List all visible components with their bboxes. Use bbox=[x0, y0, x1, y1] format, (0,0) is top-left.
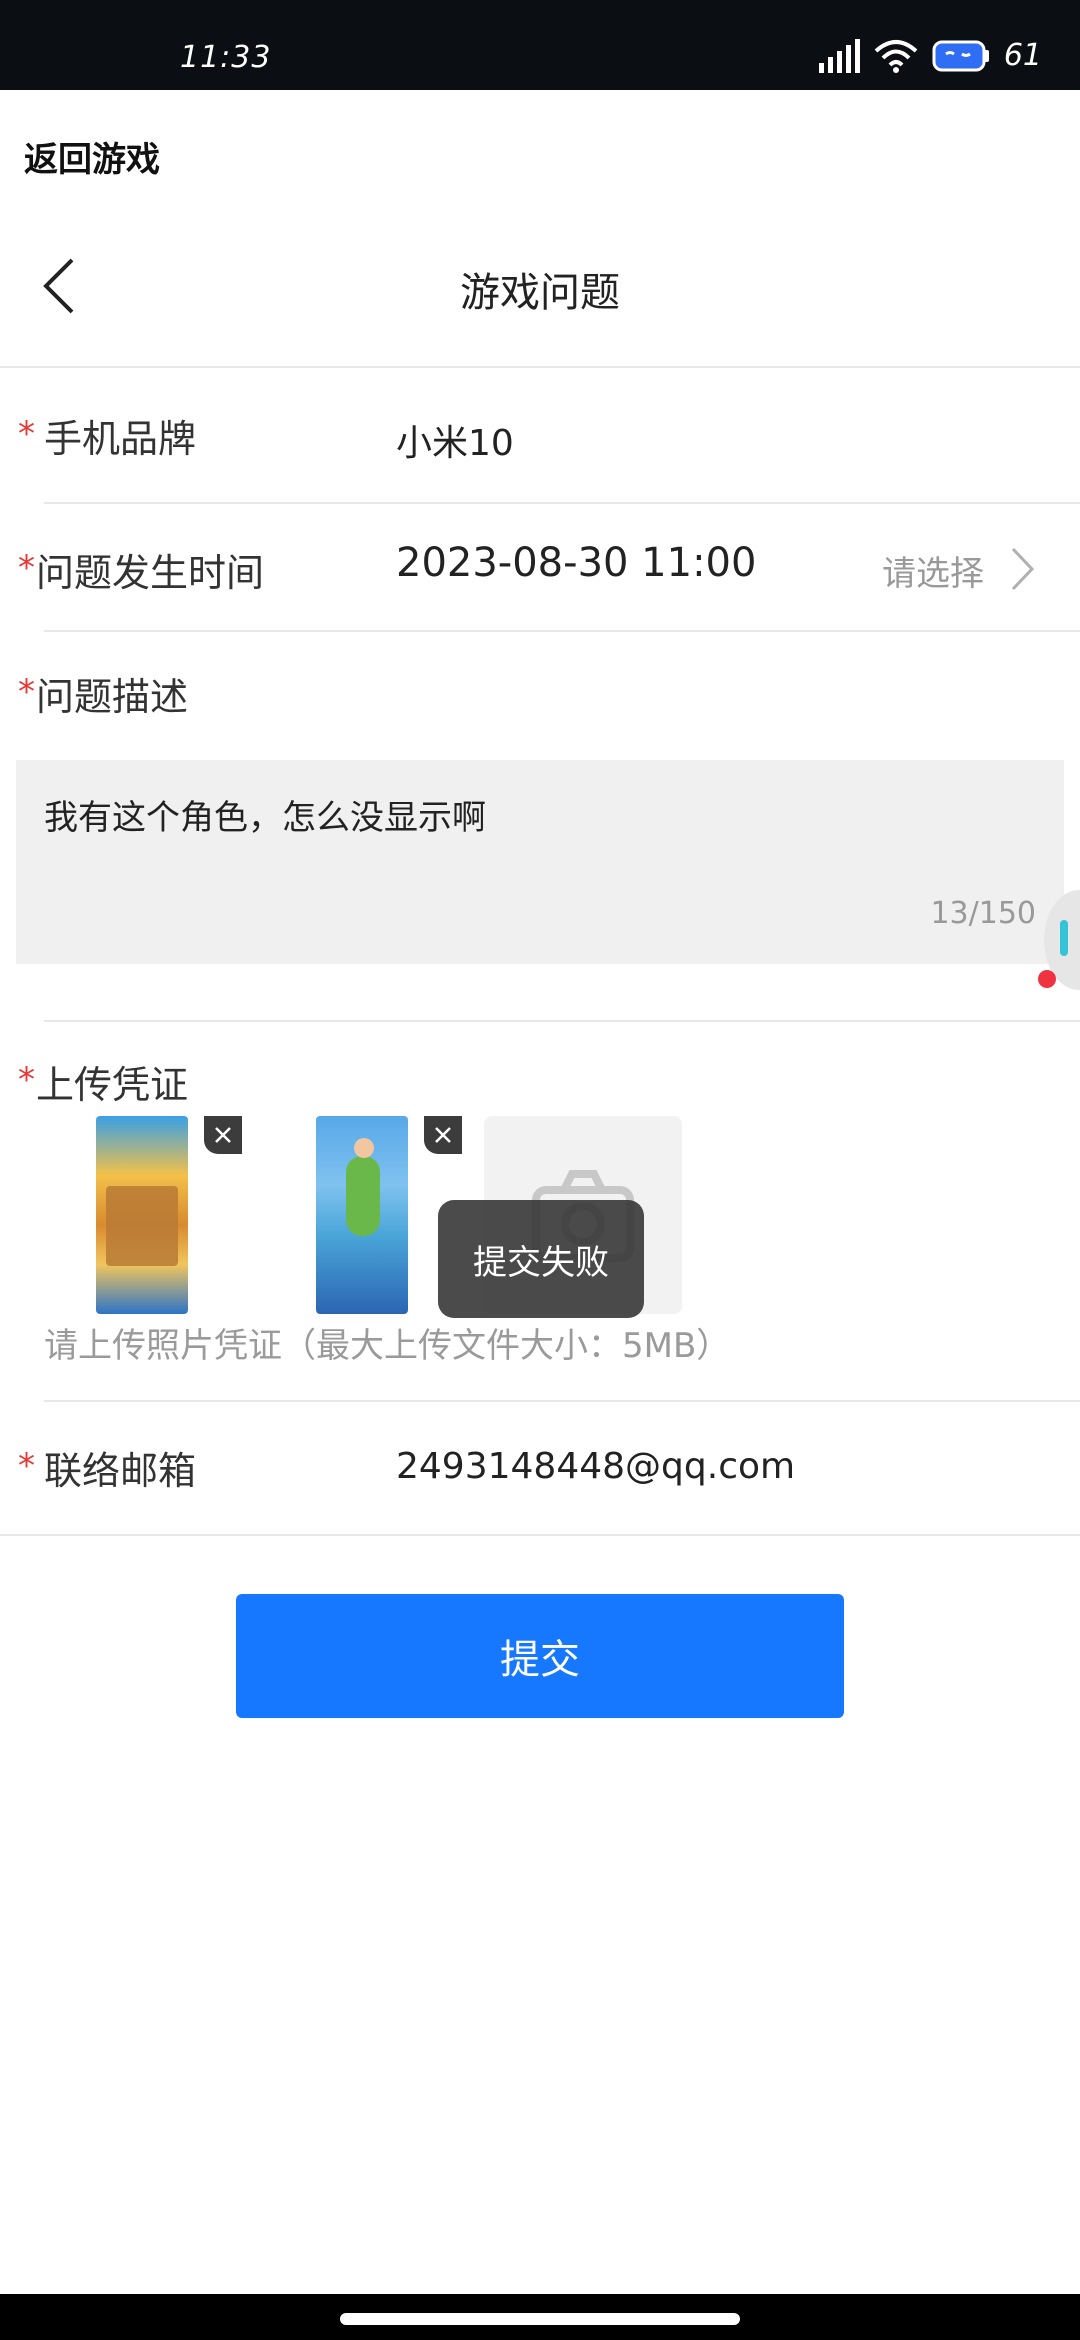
divider bbox=[44, 630, 1080, 632]
description-label: 问题描述 bbox=[36, 675, 189, 719]
email-row: * 联络邮箱 2493148448@qq.com bbox=[0, 1432, 1080, 1532]
header-divider bbox=[0, 366, 1080, 368]
status-time: 11:33 bbox=[180, 40, 272, 75]
divider bbox=[44, 1400, 1080, 1402]
upload-label: 上传凭证 bbox=[36, 1063, 189, 1107]
assistant-icon bbox=[932, 39, 990, 73]
close-icon bbox=[215, 1127, 231, 1143]
wifi-icon bbox=[874, 39, 918, 73]
required-mark: * bbox=[18, 1446, 35, 1486]
divider bbox=[0, 1534, 1080, 1536]
time-picker-hint[interactable]: 请选择 bbox=[882, 546, 984, 595]
required-mark: * bbox=[18, 672, 35, 712]
uploaded-image-thumbnail[interactable] bbox=[96, 1116, 188, 1314]
status-icons: 61 bbox=[818, 38, 1042, 73]
issue-time-label: 问题发生时间 bbox=[36, 551, 265, 595]
remove-image-button[interactable] bbox=[204, 1116, 242, 1154]
description-text: 我有这个角色，怎么没显示啊 bbox=[44, 798, 486, 838]
required-mark: * bbox=[18, 548, 35, 588]
uploaded-image-thumbnail[interactable] bbox=[316, 1116, 408, 1314]
issue-time-row[interactable]: * 问题发生时间 2023-08-30 11:00 请选择 bbox=[0, 534, 1080, 630]
issue-time-value[interactable]: 2023-08-30 11:00 bbox=[396, 540, 756, 586]
description-row: * 问题描述 bbox=[0, 664, 1080, 734]
submit-button[interactable]: 提交 bbox=[236, 1594, 844, 1718]
close-icon bbox=[435, 1127, 451, 1143]
remove-image-button[interactable] bbox=[424, 1116, 462, 1154]
required-mark: * bbox=[18, 1060, 35, 1100]
notification-dot bbox=[1038, 970, 1056, 988]
page-title: 游戏问题 bbox=[460, 270, 620, 316]
divider bbox=[44, 1020, 1080, 1022]
email-field[interactable]: 2493148448@qq.com bbox=[396, 1446, 795, 1487]
email-label: 联络邮箱 bbox=[44, 1449, 197, 1493]
phone-brand-row: * 手机品牌 小米10 bbox=[0, 400, 1080, 500]
home-indicator[interactable] bbox=[340, 2313, 740, 2325]
phone-brand-value[interactable]: 小米10 bbox=[396, 414, 514, 466]
status-bar: 11:33 61 bbox=[0, 0, 1080, 90]
upload-hint: 请上传照片凭证（最大上传文件大小：5MB） bbox=[44, 1326, 731, 1366]
battery-level: 61 bbox=[1003, 38, 1042, 73]
required-mark: * bbox=[18, 414, 35, 454]
return-game-link[interactable]: 返回游戏 bbox=[24, 132, 160, 181]
signal-icon bbox=[818, 38, 860, 73]
page-header: 游戏问题 bbox=[0, 226, 1080, 366]
phone-brand-label: 手机品牌 bbox=[44, 417, 197, 461]
upload-row: * 上传凭证 bbox=[0, 1052, 1080, 1122]
char-counter: 13/150 bbox=[930, 896, 1036, 931]
divider bbox=[44, 502, 1080, 504]
description-textarea[interactable]: 我有这个角色，怎么没显示啊 13/150 bbox=[16, 760, 1064, 964]
chevron-right-icon[interactable] bbox=[1010, 546, 1036, 592]
error-toast: 提交失败 bbox=[438, 1200, 644, 1318]
